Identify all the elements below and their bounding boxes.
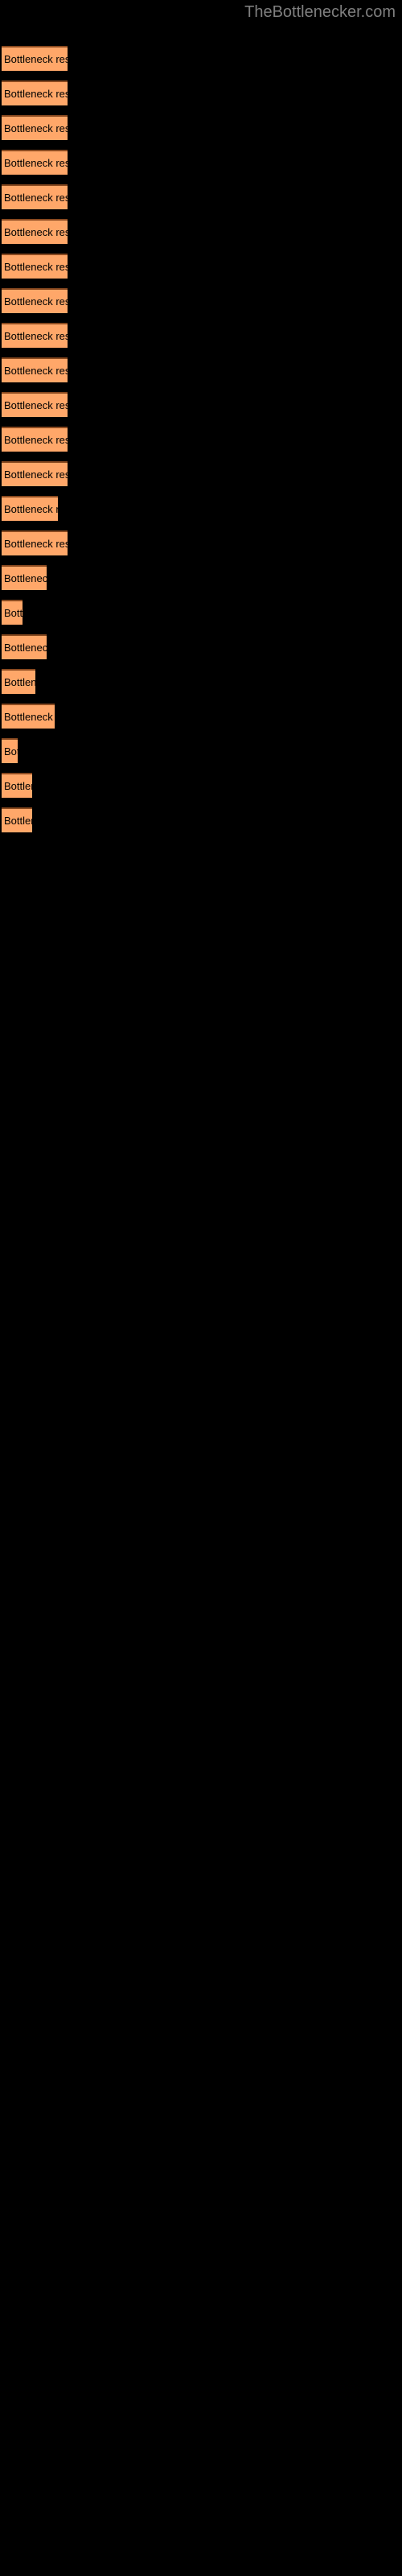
bar-label: Bottleneck result (4, 572, 47, 584)
bar-label: Bottleneck result (4, 538, 68, 550)
bar-item: Bottleneck result (2, 634, 47, 659)
bar-label: Bottleneck result (4, 226, 68, 238)
bar-label: Bottleneck result (4, 399, 68, 411)
bar-label: Bottleneck result (4, 122, 68, 134)
bar-item: Bottleneck result (2, 427, 68, 452)
bar-item: Bottleneck result (2, 738, 18, 763)
bar-item: Bottleneck result (2, 184, 68, 209)
bar-item: Bottleneck result (2, 530, 68, 555)
bar-item: Bottleneck result (2, 496, 58, 521)
bar-label: Bottleneck result (4, 642, 47, 654)
bar-label: Bottleneck result (4, 503, 58, 515)
bar-label: Bottleneck result (4, 434, 68, 446)
bar-item: Bottleneck result (2, 254, 68, 279)
bar-label: Bottleneck result (4, 676, 35, 688)
bar-label: Bottleneck result (4, 53, 68, 65)
bar-item: Bottleneck result (2, 80, 68, 105)
bar-label: Bottleneck result (4, 607, 23, 619)
bar-item: Bottleneck result (2, 669, 35, 694)
bar-label: Bottleneck result (4, 88, 68, 100)
bar-chart-bars-layer: Bottleneck result Bottleneck result Bottle… (0, 0, 402, 2576)
bar-item: Bottleneck result (2, 773, 32, 798)
bar-label: Bottleneck result (4, 330, 68, 342)
bar-item: Bottleneck result (2, 46, 68, 71)
bar-label: Bottleneck result (4, 745, 18, 758)
bar-item: Bottleneck result (2, 704, 55, 729)
bottleneck-chart-root: TheBottlenecker.com Bottleneck resultBot… (0, 0, 402, 2576)
bar-item: Bottleneck result (2, 357, 68, 382)
bar-item: Bottleneck result (2, 219, 68, 244)
bar-label: Bottleneck result (4, 192, 68, 204)
bar-label: Bottleneck result (4, 157, 68, 169)
bar-item: Bottleneck result (2, 392, 68, 417)
bar-item: Bottleneck result (2, 288, 68, 313)
bar-label: Bottleneck result (4, 469, 68, 481)
bar-label: Bottleneck result (4, 780, 32, 792)
bar-item: Bottleneck result (2, 807, 32, 832)
bar-item: Bottleneck result (2, 600, 23, 625)
bar-label: Bottleneck result (4, 815, 32, 827)
bar-label: Bottleneck result (4, 365, 68, 377)
bar-label: Bottleneck result (4, 295, 68, 308)
bar-item: Bottleneck result (2, 323, 68, 348)
bar-label: Bottleneck result (4, 261, 68, 273)
bar-label: Bottleneck result (4, 711, 55, 723)
bar-item: Bottleneck result (2, 150, 68, 175)
bar-item: Bottleneck result (2, 565, 47, 590)
bar-item: Bottleneck result (2, 461, 68, 486)
bar-item: Bottleneck result (2, 115, 68, 140)
